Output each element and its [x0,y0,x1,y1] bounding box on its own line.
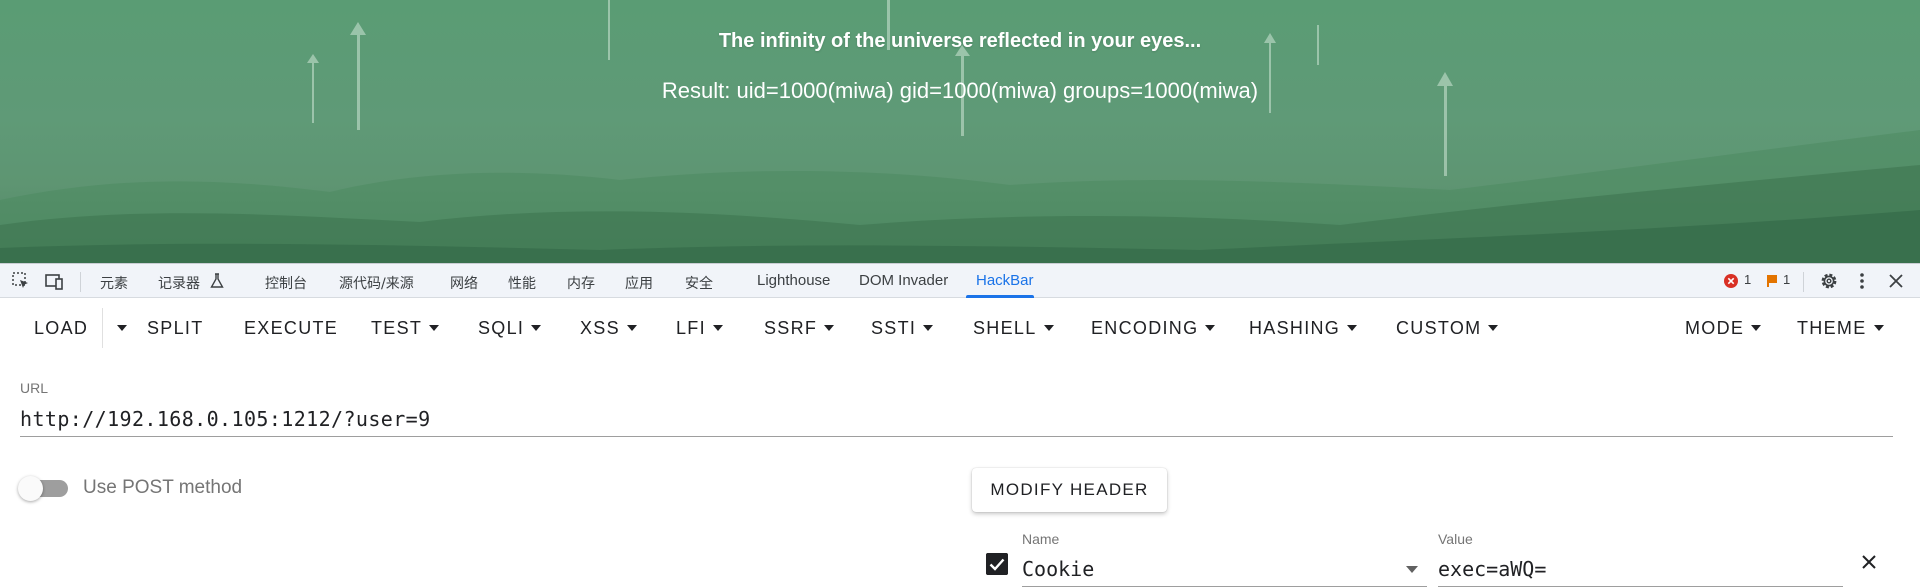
chevron-down-icon [824,325,835,331]
device-toolbar-icon[interactable] [44,271,64,291]
custom-menu[interactable]: CUSTOM [1396,318,1499,339]
post-method-toggle-knob[interactable] [18,476,43,501]
tab-sources[interactable]: 源代码/来源 [339,273,414,293]
ssti-menu[interactable]: SSTI [871,318,934,339]
more-vertical-icon[interactable] [1858,272,1866,290]
header-value-underline [1438,586,1843,587]
checkbox-checked-icon[interactable] [986,553,1008,575]
xss-menu[interactable]: XSS [580,318,637,339]
load-button[interactable]: LOAD [34,318,88,339]
tab-network[interactable]: 网络 [450,273,478,293]
chevron-down-icon [1751,325,1762,331]
header-value-label: Value [1438,531,1473,547]
remove-header-icon[interactable] [1860,553,1878,571]
error-icon[interactable] [1724,274,1738,288]
tab-recorder[interactable]: 记录器 [158,273,200,293]
header-name-underline [1022,586,1427,587]
chevron-down-icon [1873,325,1884,331]
issue-count[interactable]: 1 [1783,272,1790,287]
tab-performance[interactable]: 性能 [508,273,536,293]
devtools-tab-bar: 元素 记录器 控制台 源代码/来源 网络 性能 内存 应用 安全 Lightho… [0,263,1920,298]
test-menu[interactable]: TEST [371,318,440,339]
chevron-down-icon [429,325,440,331]
chevron-down-icon [1043,325,1054,331]
page-heading: The infinity of the universe reflected i… [718,30,1202,52]
chevron-down-icon[interactable] [1406,566,1418,573]
hackbar-toolbar: LOAD SPLIT EXECUTE TEST SQLI XSS LFI SSR… [0,298,1920,360]
tab-hackbar[interactable]: HackBar [976,272,1034,289]
chevron-down-icon [1488,325,1499,331]
mode-menu[interactable]: MODE [1685,318,1762,339]
close-icon[interactable] [1889,274,1903,288]
url-label: URL [20,380,49,396]
split-button[interactable]: SPLIT [147,318,204,339]
chevron-down-icon [1205,325,1216,331]
page-banner: The infinity of the universe reflected i… [0,0,1920,263]
tab-elements[interactable]: 元素 [100,273,128,293]
chevron-down-icon [712,325,723,331]
chevron-down-icon [1347,325,1358,331]
tab-dom-invader[interactable]: DOM Invader [859,272,948,289]
tab-memory[interactable]: 内存 [567,273,595,293]
command-result: Result: uid=1000(miwa) gid=1000(miwa) gr… [661,78,1259,103]
theme-menu[interactable]: THEME [1797,318,1884,339]
modify-header-button[interactable]: MODIFY HEADER [972,468,1167,512]
error-count[interactable]: 1 [1744,272,1751,287]
execute-button[interactable]: EXECUTE [244,318,338,339]
inspect-icon[interactable] [11,271,31,291]
chevron-down-icon [923,325,934,331]
shell-menu[interactable]: SHELL [973,318,1054,339]
lfi-menu[interactable]: LFI [676,318,723,339]
header-value-input[interactable]: exec=aWQ= [1438,557,1546,581]
load-dropdown-button[interactable] [110,318,127,339]
chevron-down-icon [117,325,127,331]
settings-gear-icon[interactable] [1819,271,1839,291]
tab-application[interactable]: 应用 [625,273,653,293]
hashing-menu[interactable]: HASHING [1249,318,1358,339]
ssrf-menu[interactable]: SSRF [764,318,835,339]
tab-console[interactable]: 控制台 [265,273,307,293]
header-name-label: Name [1022,531,1060,547]
chevron-down-icon [531,325,542,331]
url-input[interactable]: http://192.168.0.105:1212/?user=9 [20,407,431,431]
tab-security[interactable]: 安全 [685,273,713,293]
url-underline [20,436,1893,437]
chevron-down-icon [626,325,637,331]
sqli-menu[interactable]: SQLI [478,318,542,339]
issue-flag-icon[interactable] [1766,274,1778,288]
header-name-select[interactable]: Cookie [1022,557,1094,581]
flask-icon [210,273,224,288]
post-method-label: Use POST method [83,477,243,498]
encoding-menu[interactable]: ENCODING [1091,318,1216,339]
tab-lighthouse[interactable]: Lighthouse [757,272,830,289]
